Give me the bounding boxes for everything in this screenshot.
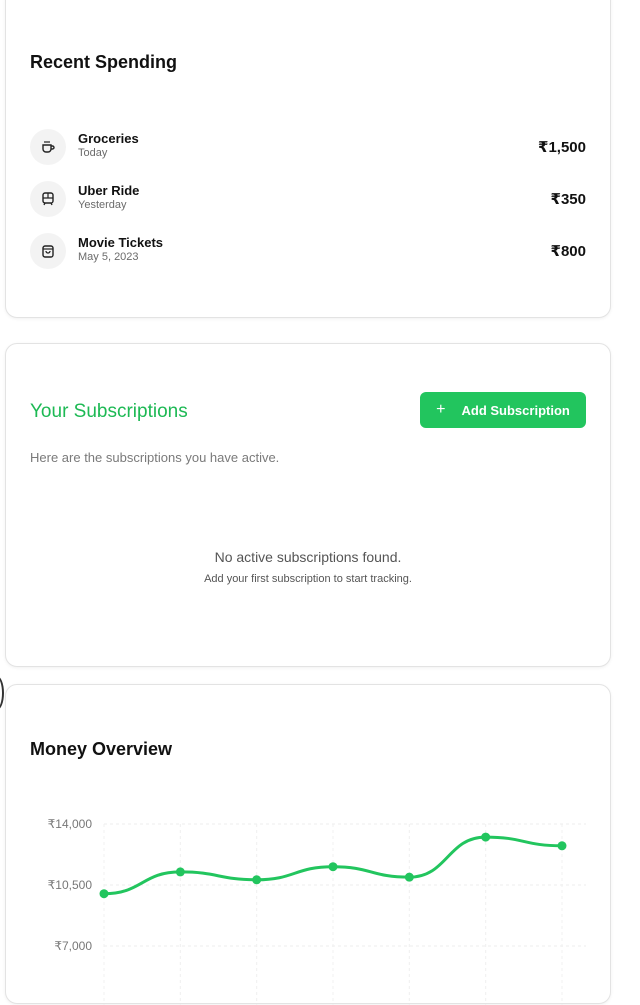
subscriptions-description: Here are the subscriptions you have acti… [30,450,280,465]
spending-item[interactable]: Uber Ride Yesterday ₹350 [30,181,586,221]
data-point[interactable] [481,832,491,842]
coffee-cup-icon [30,129,66,165]
spending-item-amount: ₹1,500 [538,139,586,156]
spending-item[interactable]: Groceries Today ₹1,500 [30,129,586,169]
data-point[interactable] [328,862,338,872]
empty-state-title: No active subscriptions found. [214,549,402,565]
add-subscription-button[interactable]: + Add Subscription [420,392,586,428]
data-point[interactable] [175,867,185,877]
spending-item-date: Today [78,147,108,159]
subscriptions-card: Your Subscriptions + Add Subscription He… [5,343,611,667]
subscriptions-title: Your Subscriptions [30,401,188,422]
data-point[interactable] [252,875,262,885]
recent-spending-card: Recent Spending Groceries Today ₹1,500 U… [5,0,611,318]
spending-item-name: Uber Ride [78,183,140,198]
add-subscription-label: Add Subscription [461,402,570,418]
spending-item[interactable]: Movie Tickets May 5, 2023 ₹800 [30,233,586,273]
money-overview-chart: ₹14,000 ₹10,500 ₹7,000 [48,817,586,1005]
empty-state-subtitle: Add your first subscription to start tra… [204,573,412,585]
plus-icon: + [436,401,446,418]
data-point[interactable] [99,889,109,899]
spending-item-amount: ₹350 [550,191,586,208]
spending-item-amount: ₹800 [550,243,586,260]
spending-item-name: Movie Tickets [78,235,164,250]
data-point[interactable] [404,872,414,882]
spending-item-date: May 5, 2023 [78,251,139,263]
spending-item-date: Yesterday [78,199,127,211]
shopping-bag-icon [30,233,66,269]
spending-item-name: Groceries [78,131,139,146]
recent-spending-title: Recent Spending [30,52,178,72]
y-tick-label: ₹7,000 [54,939,92,953]
bus-icon [30,181,66,217]
data-point[interactable] [557,841,567,851]
money-overview-card: Money Overview ₹14,000 ₹10,500 ₹7,000 [5,684,611,1005]
resize-handle[interactable] [0,676,4,710]
y-tick-label: ₹14,000 [48,817,93,831]
y-tick-label: ₹10,500 [48,878,93,892]
